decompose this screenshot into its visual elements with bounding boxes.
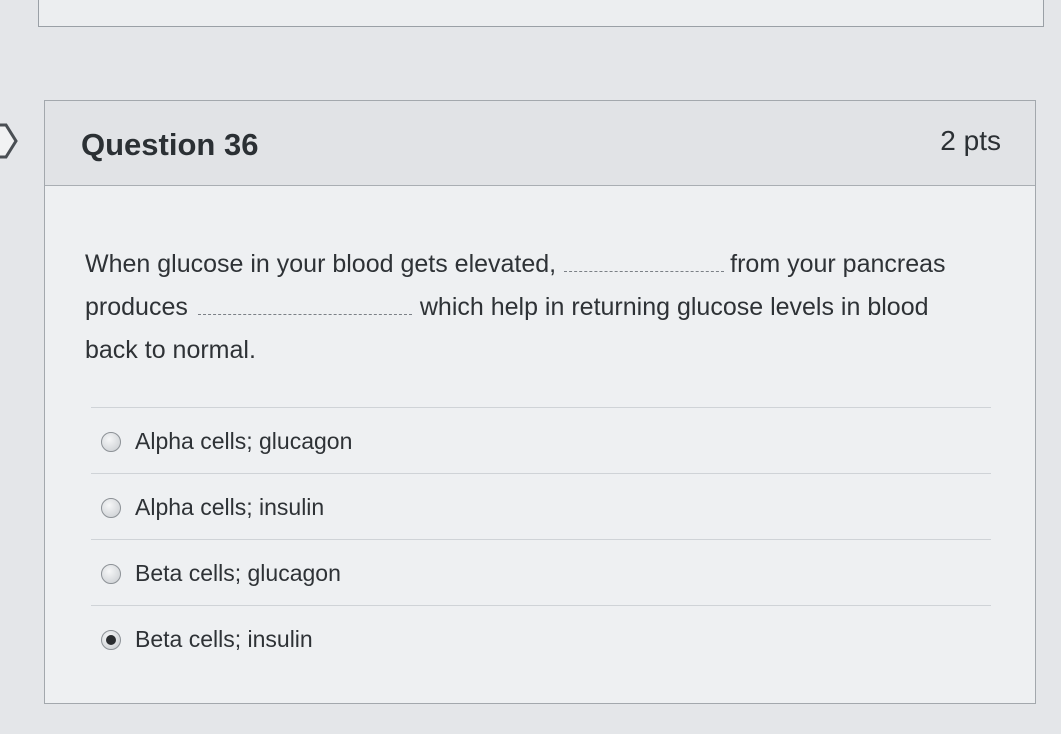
answer-option[interactable]: Beta cells; glucagon (91, 539, 991, 605)
question-text-part1: When glucose in your blood gets elevated… (85, 250, 557, 278)
radio-button[interactable] (101, 432, 121, 452)
answer-option[interactable]: Alpha cells; insulin (91, 473, 991, 539)
radio-button[interactable] (101, 498, 121, 518)
blank-1 (564, 251, 725, 272)
blank-2 (197, 294, 412, 315)
answer-option[interactable]: Alpha cells; glucagon (91, 407, 991, 473)
answer-label[interactable]: Alpha cells; glucagon (135, 428, 352, 455)
question-points: 2 pts (940, 125, 1001, 156)
question-title: Question 36 (81, 127, 259, 162)
previous-question-card (38, 0, 1044, 27)
question-header: Question 36 2 pts (45, 101, 1035, 186)
question-text: When glucose in your blood gets elevated… (85, 243, 965, 372)
answer-option[interactable]: Beta cells; insulin (91, 605, 991, 671)
answer-label[interactable]: Alpha cells; insulin (135, 494, 324, 521)
flag-question-icon[interactable] (0, 121, 18, 161)
answer-list: Alpha cells; glucagon Alpha cells; insul… (91, 407, 991, 671)
answer-label[interactable]: Beta cells; insulin (135, 626, 313, 653)
question-card: Question 36 2 pts When glucose in your b… (44, 100, 1036, 704)
radio-button-selected[interactable] (101, 630, 121, 650)
radio-button[interactable] (101, 564, 121, 584)
answer-label[interactable]: Beta cells; glucagon (135, 560, 341, 587)
